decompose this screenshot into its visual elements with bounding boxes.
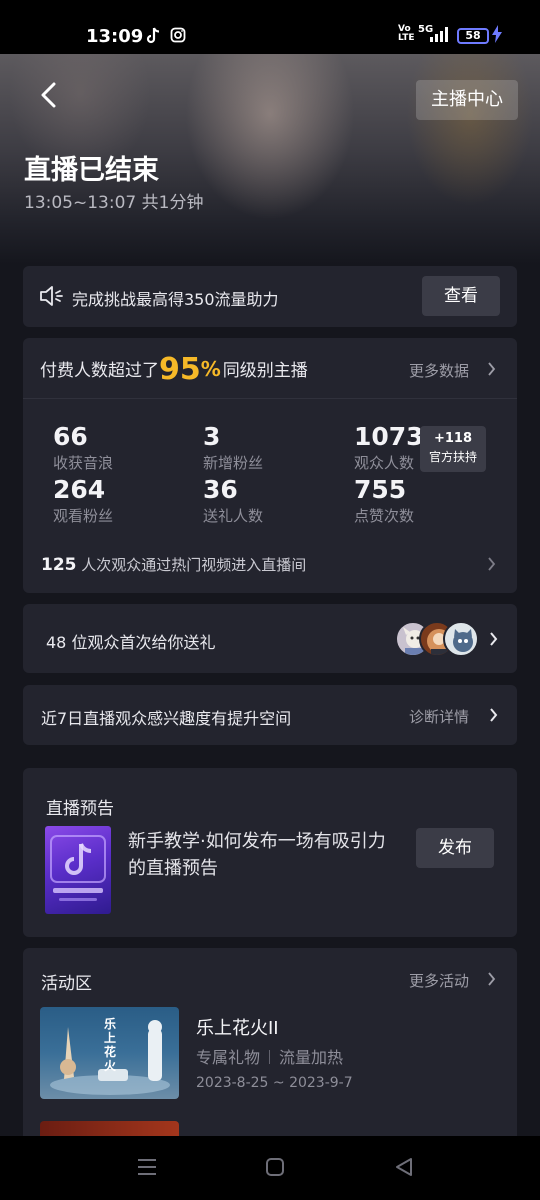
more-data-link[interactable]: 更多数据 (409, 360, 469, 381)
chevron-right-icon (490, 708, 498, 722)
section-title: 活动区 (41, 974, 92, 994)
diagnosis-details-link[interactable]: 诊断详情 (409, 706, 469, 727)
activity-tags: 专属礼物 流量加热 (196, 1048, 344, 1067)
tiktok-icon (145, 27, 161, 49)
menu-icon[interactable] (137, 1158, 157, 1176)
paying-users-summary: 付费人数超过了95% 同级别主播 (40, 352, 308, 387)
tutorial-thumbnail[interactable] (45, 826, 111, 914)
more-activities-link[interactable]: 更多活动 (409, 970, 469, 991)
percent-value: 95 (159, 352, 201, 387)
anchor-center-button[interactable]: 主播中心 (416, 80, 518, 120)
system-nav-bar (0, 1136, 540, 1200)
view-button[interactable]: 查看 (422, 276, 500, 316)
back-button[interactable] (38, 82, 60, 108)
activity-name[interactable]: 乐上花火II (196, 1014, 279, 1040)
challenge-card[interactable]: 完成挑战最高得350流量助力 查看 (23, 266, 517, 327)
avatar (443, 621, 479, 657)
battery-indicator: 58 (457, 28, 489, 44)
speaker-icon (39, 285, 65, 307)
stat-new-followers: 3 新增粉丝 (203, 422, 264, 473)
status-bar: 13:09 Vo LTE 5G 58 (0, 0, 540, 54)
stats-card: 付费人数超过了95% 同级别主播 更多数据 66 收获音浪 3 新增粉丝 1073 观众… (23, 338, 517, 593)
instagram-icon (170, 27, 186, 47)
chevron-right-icon (488, 972, 496, 986)
publish-button[interactable]: 发布 (416, 828, 494, 868)
stat-likes: 755 点赞次数 (354, 475, 415, 526)
status-time: 13:09 (86, 26, 144, 47)
interest-diagnosis-card[interactable]: 近7日直播观众感兴趣度有提升空间 诊断详情 (23, 685, 517, 745)
volte-indicator: Vo LTE (398, 24, 415, 43)
live-time-range: 13:05~13:07 共1分钟 (24, 193, 204, 213)
activity-thumbnail[interactable]: 乐上花火 (40, 1007, 179, 1099)
page-title: 直播已结束 (24, 155, 159, 186)
official-support-badge: +118 官方扶持 (420, 426, 486, 472)
tutorial-description[interactable]: 新手教学·如何发布一场有吸引力的直播预告 (128, 828, 398, 882)
signal-icon (430, 27, 450, 42)
first-gift-text: 48 位观众首次给你送礼 (46, 633, 216, 652)
activity-date: 2023-8-25 ~ 2023-9-7 (196, 1075, 353, 1091)
chevron-right-icon (488, 557, 496, 571)
activity-card: 活动区 更多活动 乐上花火 乐上花火II 专属礼物 流量加热 2023-8-25 … (23, 948, 517, 1138)
chevron-left-icon (41, 82, 56, 108)
live-preview-card: 直播预告 新手教学·如何发布一场有吸引力的直播预告 发布 (23, 768, 517, 937)
challenge-text: 完成挑战最高得350流量助力 (72, 290, 279, 309)
stat-watching-fans: 264 观看粉丝 (53, 475, 114, 526)
activity-thumbnail-text: 乐上花火 (104, 1017, 117, 1073)
home-icon[interactable] (265, 1157, 285, 1177)
back-nav-icon[interactable] (394, 1157, 414, 1177)
first-gift-card[interactable]: 48 位观众首次给你送礼 (23, 604, 517, 673)
charging-icon (492, 25, 502, 47)
hot-video-entry-row[interactable]: 125 人次观众通过热门视频进入直播间 (41, 554, 306, 575)
section-title: 直播预告 (46, 799, 114, 819)
stat-viewers: 1073 观众人数 (354, 422, 424, 473)
interest-diagnosis-text: 近7日直播观众感兴趣度有提升空间 (41, 709, 292, 728)
stat-gift-senders: 36 送礼人数 (203, 475, 264, 526)
divider (23, 398, 517, 399)
stat-received-sound-waves: 66 收获音浪 (53, 422, 114, 473)
chevron-right-icon (488, 362, 496, 376)
chevron-right-icon (490, 632, 498, 646)
